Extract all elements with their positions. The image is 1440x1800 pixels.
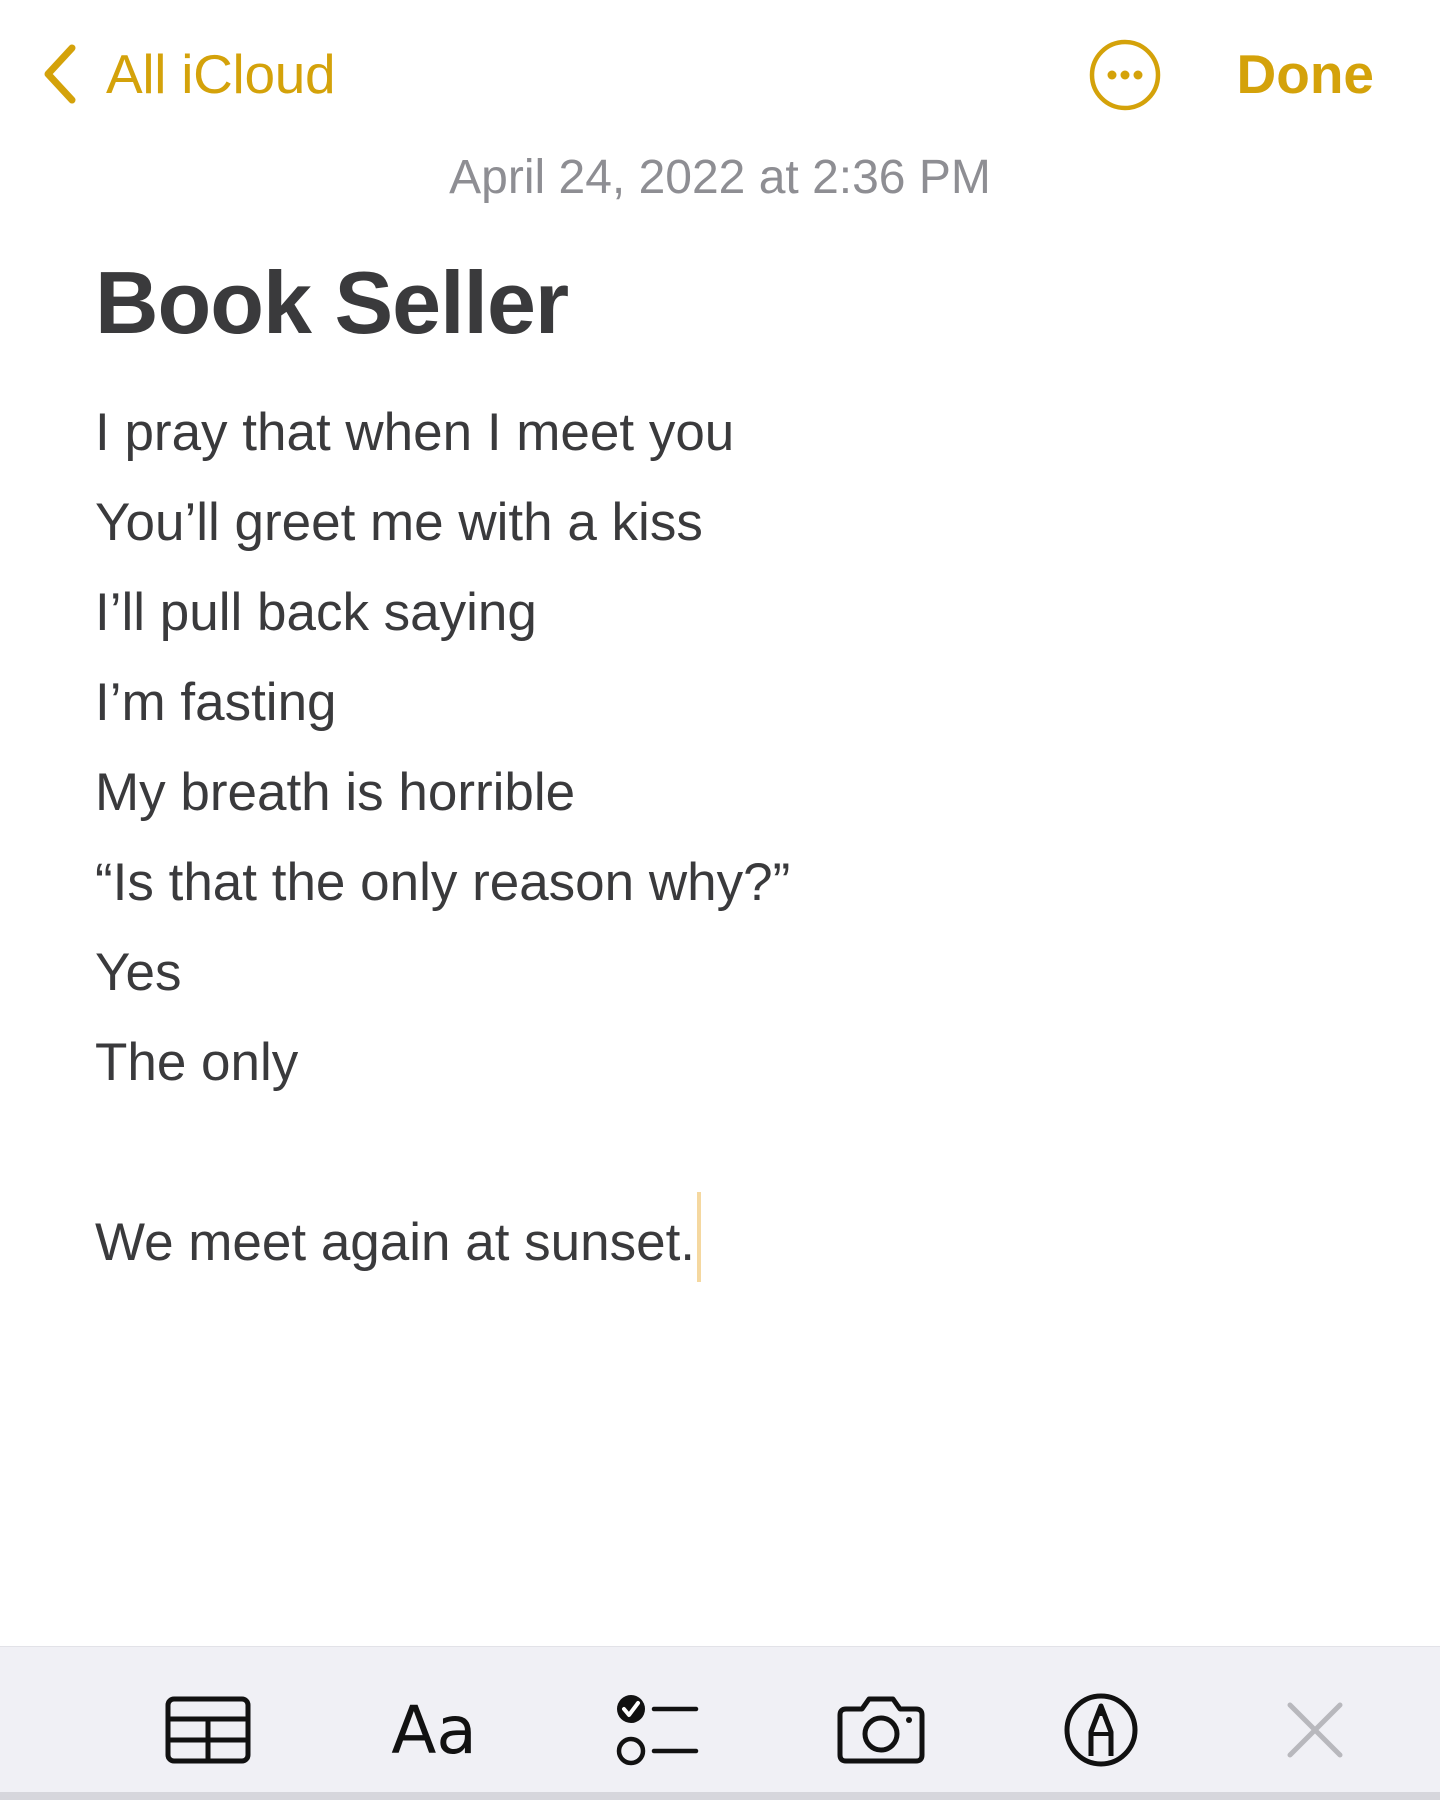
more-options-button[interactable] xyxy=(1088,38,1162,112)
notes-screen: All iCloud Done April 24, 2022 at 2:36 P… xyxy=(0,0,1440,1800)
text-format-button[interactable]: Aa xyxy=(384,1685,484,1775)
checklist-icon xyxy=(614,1692,700,1768)
chevron-left-icon xyxy=(40,42,78,106)
note-timestamp: April 24, 2022 at 2:36 PM xyxy=(0,150,1440,205)
close-keyboard-button[interactable] xyxy=(1282,1685,1348,1775)
note-line: I’ll pull back saying xyxy=(95,583,537,642)
note-timestamp-text: April 24, 2022 at 2:36 PM xyxy=(449,151,991,204)
camera-button[interactable] xyxy=(836,1685,926,1775)
back-button-label: All iCloud xyxy=(106,43,336,105)
done-button[interactable]: Done xyxy=(1237,42,1375,106)
note-line: I’m fasting xyxy=(95,673,337,732)
toolbar-bottom-edge xyxy=(0,1792,1440,1800)
note-line-last: We meet again at sunset. xyxy=(95,1192,1345,1288)
markup-pen-icon xyxy=(1063,1692,1139,1768)
text-cursor xyxy=(697,1192,702,1282)
formatting-toolbar: Aa xyxy=(0,1646,1440,1793)
note-line: We meet again at sunset. xyxy=(95,1213,696,1272)
note-line: You’ll greet me with a kiss xyxy=(95,493,703,552)
back-button[interactable]: All iCloud xyxy=(40,38,336,110)
note-line: Yes xyxy=(95,943,182,1002)
note-line: “Is that the only reason why?” xyxy=(95,853,791,912)
note-body[interactable]: I pray that when I meet you You’ll greet… xyxy=(95,388,1345,1288)
note-line: I pray that when I meet you xyxy=(95,403,735,462)
table-icon xyxy=(165,1696,251,1764)
camera-icon xyxy=(836,1695,926,1765)
note-line: My breath is horrible xyxy=(95,763,576,822)
ellipsis-circle-icon xyxy=(1088,39,1162,116)
markup-button[interactable] xyxy=(1062,1685,1140,1775)
note-line-blank xyxy=(95,1108,1345,1198)
text-format-icon: Aa xyxy=(391,1691,477,1769)
note-title[interactable]: Book Seller xyxy=(95,252,569,354)
table-button[interactable] xyxy=(164,1685,252,1775)
close-icon xyxy=(1285,1700,1345,1760)
note-line: The only xyxy=(95,1033,299,1092)
checklist-button[interactable] xyxy=(612,1685,702,1775)
